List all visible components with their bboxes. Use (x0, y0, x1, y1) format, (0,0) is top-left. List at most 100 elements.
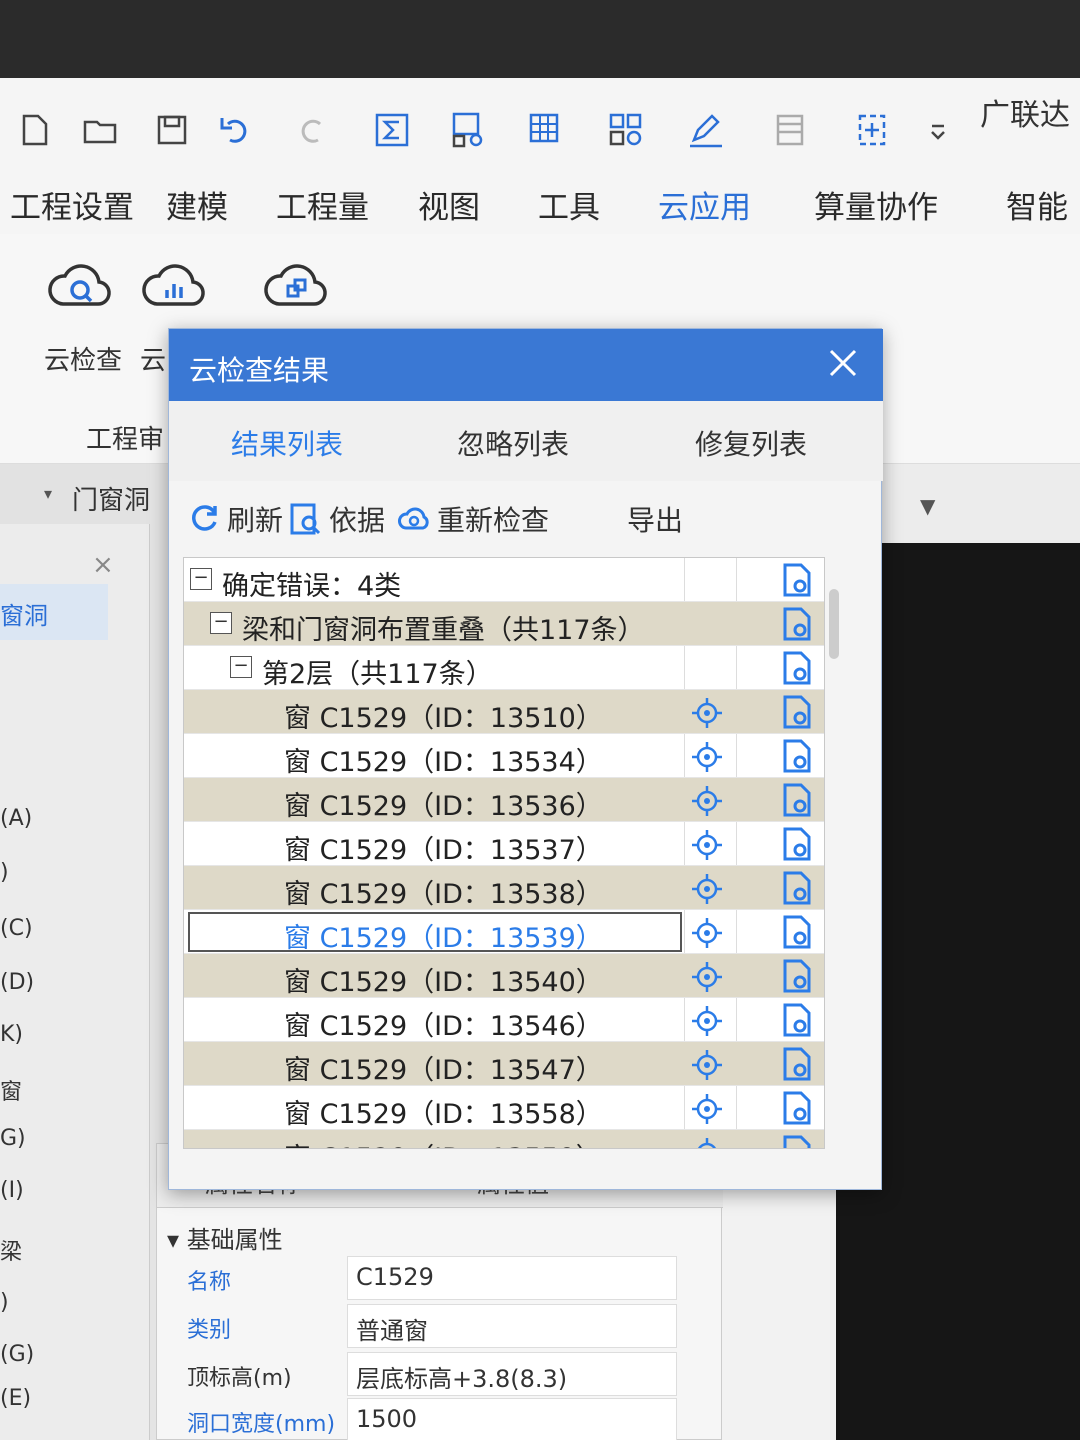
nav-header[interactable]: ▾ 门窗洞 (0, 464, 170, 524)
tree-item-row[interactable]: 窗 C1529（ID：13546） (184, 998, 824, 1042)
nav-item[interactable]: K) (0, 1022, 23, 1047)
tree-group-row[interactable]: − 梁和门窗洞布置重叠（共117条） (184, 602, 824, 646)
tab-ignore-list[interactable]: 忽略列表 (457, 423, 569, 463)
nav-item[interactable]: 梁 (0, 1234, 22, 1266)
property-value[interactable]: C1529 (347, 1256, 677, 1300)
menu-collaboration[interactable]: 算量协作 (814, 182, 938, 227)
tree-floor-row[interactable]: − 第2层（共117条） (184, 646, 824, 690)
cloud-check-button[interactable] (40, 252, 120, 326)
tab-repair-list[interactable]: 修复列表 (695, 423, 807, 463)
locate-icon[interactable] (690, 1092, 724, 1126)
nav-item[interactable]: G) (0, 1126, 26, 1151)
nav-title: 门窗洞 (72, 486, 151, 516)
locate-icon[interactable] (690, 696, 724, 730)
report-view-icon[interactable] (446, 108, 490, 152)
tree-item-row[interactable]: 窗 C1529（ID：13510） (184, 690, 824, 734)
property-value[interactable]: 1500 (347, 1398, 677, 1440)
document-icon[interactable] (780, 958, 814, 994)
locate-icon[interactable] (690, 828, 724, 862)
menu-view[interactable]: 视图 (418, 182, 480, 227)
tree-item-row[interactable]: 窗 C1529（ID：13559） (184, 1130, 824, 1149)
add-view-icon[interactable] (850, 108, 894, 152)
nav-selected-item[interactable]: 窗洞 (0, 584, 108, 640)
menu-tools[interactable]: 工具 (538, 182, 600, 227)
locate-icon[interactable] (690, 1048, 724, 1082)
locate-icon[interactable] (690, 872, 724, 906)
document-icon[interactable] (780, 1090, 814, 1126)
locate-icon[interactable] (690, 960, 724, 994)
tree-item-row[interactable]: 窗 C1529（ID：13547） (184, 1042, 824, 1086)
collapse-toggle[interactable]: − (210, 612, 232, 634)
locate-icon[interactable] (690, 1004, 724, 1038)
dropdown-arrow-icon[interactable]: ▼ (920, 494, 935, 518)
nav-item[interactable]: (A) (0, 806, 32, 831)
menu-project-settings[interactable]: 工程设置 (10, 182, 134, 227)
new-file-icon[interactable] (12, 108, 56, 152)
sum-icon[interactable] (370, 108, 414, 152)
cloud-link-button[interactable] (256, 252, 336, 326)
locate-icon[interactable] (690, 916, 724, 950)
document-icon[interactable] (780, 650, 814, 686)
tree-item-row[interactable]: 窗 C1529（ID：13537） (184, 822, 824, 866)
nav-item[interactable]: (G) (0, 1342, 34, 1367)
property-value[interactable]: 层底标高+3.8(8.3) (347, 1352, 677, 1396)
document-icon[interactable] (780, 562, 814, 598)
refresh-button[interactable]: 刷新 (187, 499, 283, 539)
tree-item-row[interactable]: 窗 C1529（ID：13538） (184, 866, 824, 910)
edit-pen-icon[interactable] (684, 108, 728, 152)
collapse-toggle[interactable]: − (190, 568, 212, 590)
close-icon[interactable] (823, 343, 863, 383)
document-icon[interactable] (780, 606, 814, 642)
document-icon[interactable] (780, 1002, 814, 1038)
tree-item-row[interactable]: 窗 C1529（ID：13558） (184, 1086, 824, 1130)
nav-item[interactable]: (I) (0, 1178, 24, 1203)
menu-cloud-apps[interactable]: 云应用 (654, 182, 755, 239)
tree-item-row[interactable]: 窗 C1529（ID：13536） (184, 778, 824, 822)
collapse-arrow-icon[interactable]: ▾ (44, 484, 52, 503)
locate-icon[interactable] (690, 740, 724, 774)
property-value[interactable]: 普通窗 (347, 1304, 677, 1348)
scrollbar[interactable] (829, 589, 839, 659)
undo-icon[interactable] (214, 108, 258, 152)
close-icon[interactable]: × (92, 550, 114, 580)
layout-icon[interactable] (768, 108, 812, 152)
document-icon[interactable] (780, 738, 814, 774)
tree-item-row[interactable]: 窗 C1529（ID：13534） (184, 734, 824, 778)
menu-intelligent[interactable]: 智能 (1006, 182, 1068, 227)
open-folder-icon[interactable] (78, 108, 122, 152)
nav-item[interactable]: ) (0, 860, 9, 885)
document-icon[interactable] (780, 914, 814, 950)
document-icon[interactable] (780, 1134, 814, 1149)
document-icon[interactable] (780, 1046, 814, 1082)
cloud-statistics-button[interactable] (134, 252, 214, 326)
dialog-title-bar[interactable]: 云检查结果 (169, 329, 883, 401)
nav-item[interactable]: (C) (0, 916, 33, 941)
locate-icon[interactable] (690, 1136, 724, 1149)
redo-icon[interactable] (290, 108, 334, 152)
tree-item-label: 窗 C1529（ID：13538） (284, 879, 603, 910)
tree-item-row[interactable]: 窗 C1529（ID：13540） (184, 954, 824, 998)
tree-root-row[interactable]: − 确定错误：4类 (184, 558, 824, 602)
collapse-toggle[interactable]: − (230, 656, 252, 678)
customize-toolbar-icon[interactable] (916, 108, 960, 152)
recheck-button[interactable]: 重新检查 (397, 499, 549, 539)
table-search-icon[interactable] (524, 108, 568, 152)
document-icon[interactable] (780, 694, 814, 730)
nav-item[interactable]: (E) (0, 1386, 31, 1411)
nav-item[interactable]: 窗 (0, 1074, 22, 1106)
component-search-icon[interactable] (604, 108, 648, 152)
tab-result-list[interactable]: 结果列表 (231, 423, 343, 463)
tree-item-row[interactable]: 窗 C1529（ID：13539） (184, 910, 824, 954)
nav-item[interactable]: ) (0, 1290, 9, 1315)
document-icon[interactable] (780, 826, 814, 862)
document-icon[interactable] (780, 870, 814, 906)
menu-quantities[interactable]: 工程量 (276, 182, 369, 227)
property-section-title[interactable]: ▾ 基础属性 (167, 1220, 283, 1255)
menu-modeling[interactable]: 建模 (166, 182, 228, 227)
locate-icon[interactable] (690, 784, 724, 818)
nav-item[interactable]: (D) (0, 970, 34, 995)
basis-button[interactable]: 依据 (289, 499, 385, 539)
save-icon[interactable] (150, 108, 194, 152)
export-button[interactable]: 导出 (627, 499, 683, 539)
document-icon[interactable] (780, 782, 814, 818)
